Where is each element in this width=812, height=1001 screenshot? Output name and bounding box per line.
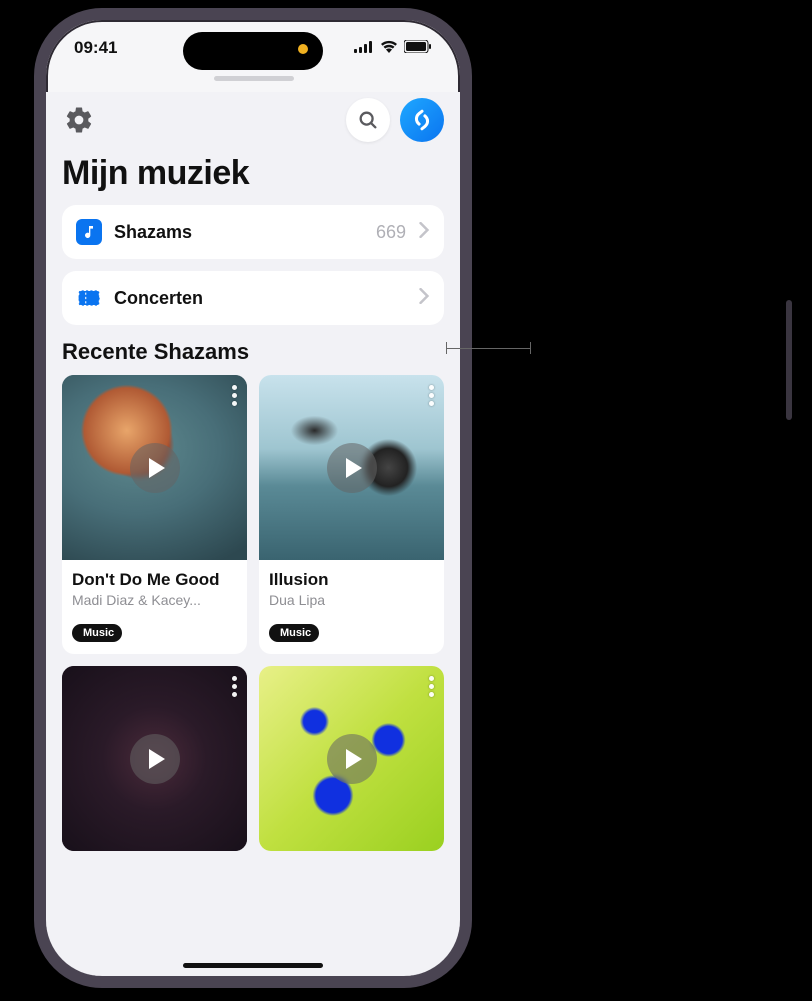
play-button[interactable] — [130, 734, 180, 784]
more-icon[interactable] — [429, 385, 434, 406]
track-card[interactable]: Illusion Dua Lipa Music — [259, 375, 444, 654]
track-card[interactable] — [62, 666, 247, 851]
recent-grid: Don't Do Me Good Madi Diaz & Kacey... Mu… — [62, 375, 444, 851]
ticket-icon — [76, 285, 102, 311]
recent-section-title: Recente Shazams — [62, 339, 444, 365]
album-art — [62, 666, 247, 851]
side-button — [786, 300, 792, 420]
gear-icon — [64, 105, 94, 135]
phone-frame: 09:41 — [34, 8, 472, 988]
settings-button[interactable] — [62, 103, 96, 137]
track-artist: Madi Diaz & Kacey... — [72, 592, 237, 608]
wifi-icon — [380, 38, 398, 58]
shazams-count: 669 — [376, 222, 406, 243]
more-icon[interactable] — [232, 676, 237, 697]
concerts-label: Concerten — [114, 288, 406, 309]
chevron-right-icon — [418, 288, 430, 309]
shazam-icon — [408, 106, 436, 134]
search-button[interactable] — [346, 98, 390, 142]
status-time: 09:41 — [74, 38, 117, 58]
callout-line — [446, 348, 531, 349]
track-artist: Dua Lipa — [269, 592, 434, 608]
home-indicator[interactable] — [183, 963, 323, 968]
shazam-button[interactable] — [400, 98, 444, 142]
shazams-row[interactable]: Shazams 669 — [62, 205, 444, 259]
cellular-icon — [354, 38, 374, 58]
grabber — [214, 76, 294, 81]
shazams-label: Shazams — [114, 222, 364, 243]
more-icon[interactable] — [429, 676, 434, 697]
play-button[interactable] — [327, 734, 377, 784]
chevron-right-icon — [418, 222, 430, 243]
music-note-icon — [76, 219, 102, 245]
page-title: Mijn muziek — [62, 154, 444, 193]
track-card[interactable]: Don't Do Me Good Madi Diaz & Kacey... Mu… — [62, 375, 247, 654]
concerts-row[interactable]: Concerten — [62, 271, 444, 325]
track-title: Illusion — [269, 570, 434, 590]
play-button[interactable] — [130, 443, 180, 493]
apple-music-badge[interactable]: Music — [72, 624, 122, 642]
album-art — [62, 375, 247, 560]
track-card[interactable] — [259, 666, 444, 851]
album-art — [259, 666, 444, 851]
more-icon[interactable] — [232, 385, 237, 406]
battery-icon — [404, 38, 432, 58]
album-art — [259, 375, 444, 560]
status-bar: 09:41 — [46, 38, 460, 58]
play-button[interactable] — [327, 443, 377, 493]
apple-music-badge[interactable]: Music — [269, 624, 319, 642]
track-title: Don't Do Me Good — [72, 570, 237, 590]
screen: Mijn muziek Shazams 669 Concerten Recent… — [46, 92, 460, 976]
search-icon — [357, 109, 379, 131]
toolbar — [62, 92, 444, 144]
